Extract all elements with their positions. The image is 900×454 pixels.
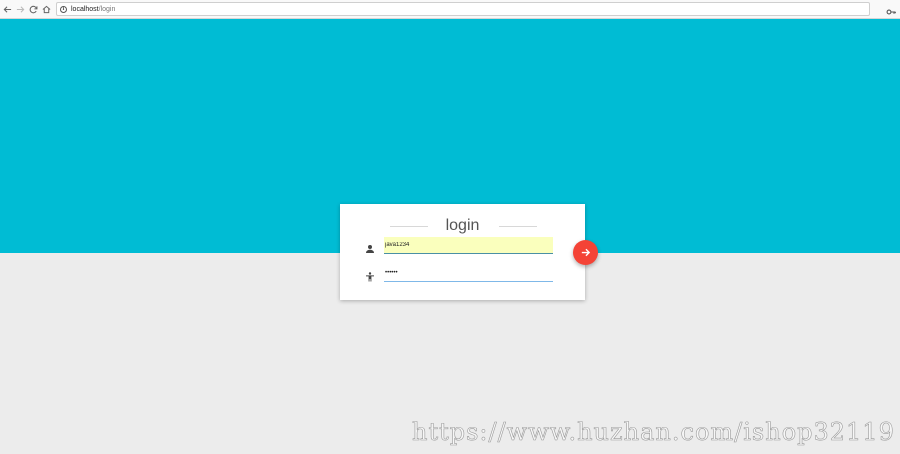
url-path: /login	[98, 5, 116, 13]
watermark-text: https://www.huzhan.com/ishop32119	[412, 418, 895, 447]
reload-icon	[29, 5, 37, 13]
key-icon[interactable]	[886, 4, 896, 15]
accessibility-icon	[365, 269, 375, 282]
browser-toolbar: i localhost/login	[0, 0, 900, 19]
home-icon	[42, 5, 50, 13]
forward-arrow-icon	[16, 5, 24, 13]
username-input[interactable]	[384, 237, 553, 254]
login-card: login	[340, 204, 585, 300]
arrow-forward-icon	[581, 248, 591, 257]
password-row	[364, 264, 554, 286]
title-divider-right	[499, 226, 537, 227]
person-icon	[365, 241, 375, 253]
back-button[interactable]	[1, 2, 13, 16]
home-button[interactable]	[40, 2, 52, 16]
password-input[interactable]	[384, 265, 553, 282]
username-row	[364, 236, 554, 258]
address-bar[interactable]: i localhost/login	[56, 2, 870, 16]
reload-button[interactable]	[27, 2, 39, 16]
login-submit-button[interactable]	[573, 240, 598, 265]
back-arrow-icon	[3, 5, 11, 13]
info-icon[interactable]: i	[60, 5, 67, 13]
url-host: localhost	[71, 5, 99, 13]
login-title-row: login	[340, 216, 585, 236]
forward-button[interactable]	[14, 2, 26, 16]
login-title: login	[445, 217, 480, 234]
